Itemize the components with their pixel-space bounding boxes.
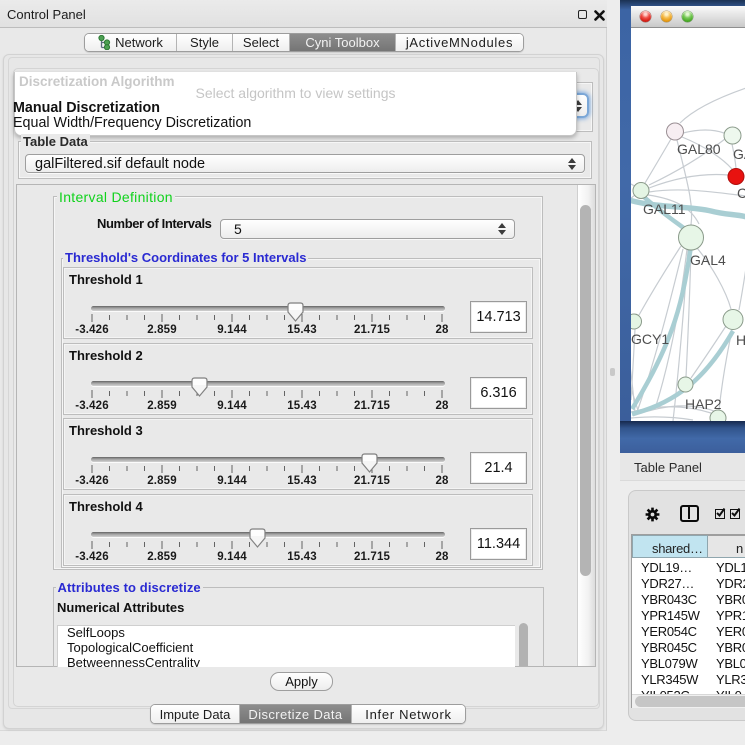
svg-text:HIS: HIS <box>736 332 745 348</box>
svg-text:GAL4: GAL4 <box>690 252 726 268</box>
svg-text:GCY1: GCY1 <box>631 331 669 347</box>
svg-text:CO: CO <box>737 185 745 201</box>
svg-text:GAL7: GAL7 <box>733 146 745 162</box>
svg-text:GAL80: GAL80 <box>677 141 721 157</box>
svg-text:GAL11: GAL11 <box>643 201 686 217</box>
svg-text:HAP2: HAP2 <box>685 396 722 412</box>
